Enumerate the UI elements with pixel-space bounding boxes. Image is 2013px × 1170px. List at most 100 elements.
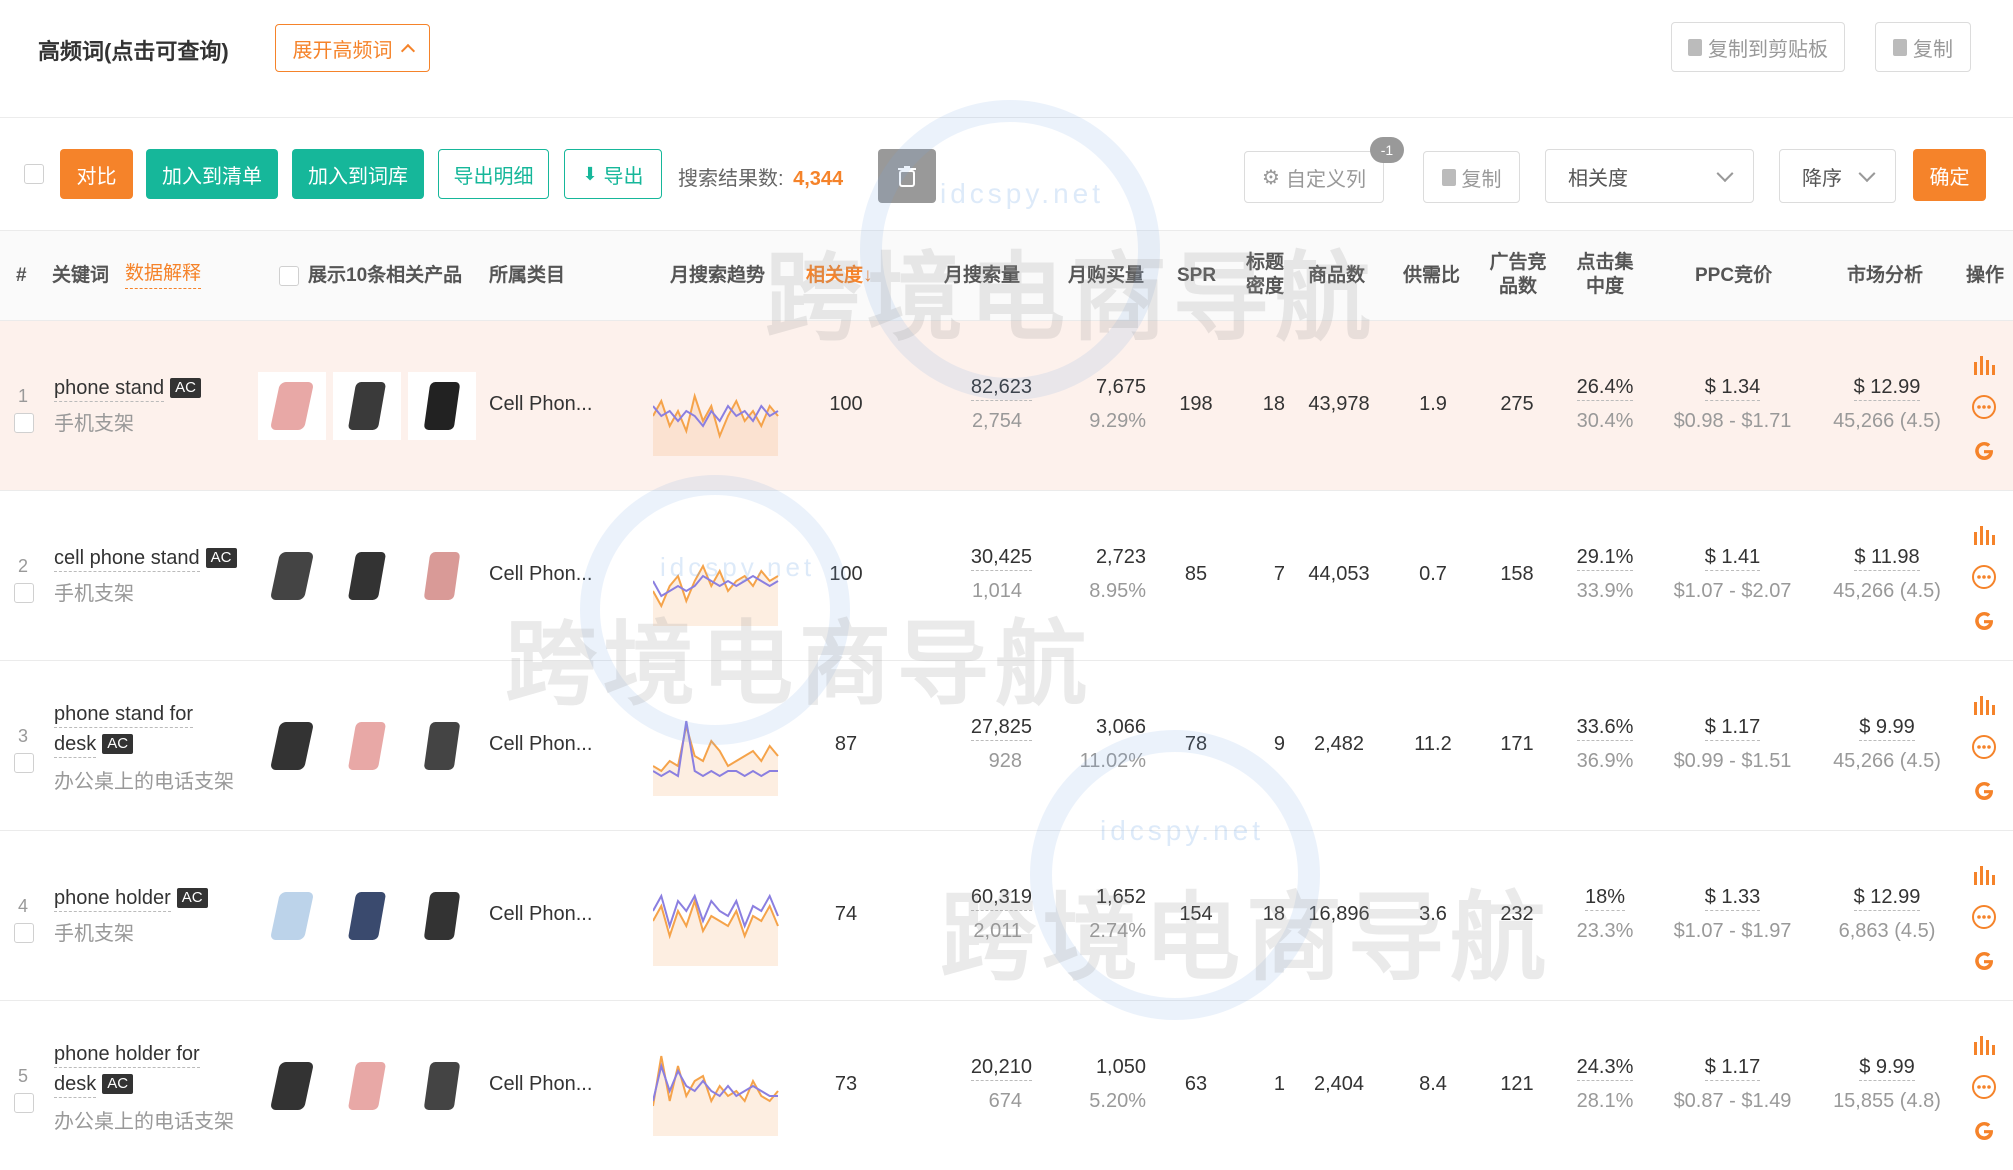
category[interactable]: Cell Phon... — [489, 903, 592, 926]
click-concentration[interactable]: 33.6% — [1565, 716, 1645, 741]
click-concentration[interactable]: 29.1% — [1565, 546, 1645, 571]
search-trend-sparkline[interactable] — [653, 866, 783, 966]
product-thumb[interactable] — [333, 372, 401, 440]
product-thumb[interactable] — [258, 372, 326, 440]
google-icon[interactable] — [1972, 609, 1996, 633]
row-checkbox[interactable] — [14, 413, 34, 433]
add-to-lexicon-button[interactable]: 加入到词库 — [292, 149, 424, 199]
sort-order-select[interactable]: 降序 — [1779, 149, 1896, 203]
ppc-bid[interactable]: $ 1.17 — [1650, 1056, 1815, 1081]
select-all-checkbox[interactable] — [24, 164, 44, 184]
compare-button[interactable]: 对比 — [60, 149, 133, 199]
add-to-list-button[interactable]: 加入到清单 — [146, 149, 278, 199]
keyword-link[interactable]: cell phone stand AC — [54, 543, 237, 573]
product-thumb[interactable] — [258, 712, 326, 780]
google-icon[interactable] — [1972, 949, 1996, 973]
more-icon[interactable] — [1971, 904, 1997, 930]
delete-button[interactable] — [878, 149, 936, 203]
product-thumb[interactable] — [408, 542, 476, 610]
category[interactable]: Cell Phon... — [489, 733, 592, 756]
product-thumb[interactable] — [333, 1052, 401, 1120]
market-price[interactable]: $ 11.98 — [1820, 546, 1954, 571]
col-product-count[interactable]: 商品数 — [1308, 264, 1365, 288]
category[interactable]: Cell Phon... — [489, 563, 592, 586]
keyword-link[interactable]: phone holder for desk AC — [54, 1039, 200, 1099]
row-checkbox[interactable] — [14, 753, 34, 773]
click-concentration[interactable]: 24.3% — [1565, 1056, 1645, 1081]
market-price[interactable]: $ 9.99 — [1820, 716, 1954, 741]
table-row[interactable]: 5 phone holder for desk AC 办公桌上的电话支架 Cell… — [0, 1000, 2013, 1170]
bar-chart-icon[interactable] — [1972, 694, 1996, 716]
col-monthly-search[interactable]: 月搜索量 — [944, 264, 1020, 288]
market-price[interactable]: $ 12.99 — [1820, 886, 1954, 911]
data-explain-link[interactable]: 数据解释 — [125, 262, 202, 289]
product-thumb[interactable] — [408, 882, 476, 950]
copy-button-top[interactable]: 复制 — [1875, 22, 1971, 72]
click-concentration[interactable]: 26.4% — [1565, 376, 1645, 401]
col-supply-demand[interactable]: 供需比 — [1403, 264, 1460, 288]
monthly-search[interactable]: 27,825 — [940, 716, 1032, 741]
market-price[interactable]: $ 12.99 — [1820, 376, 1954, 401]
ppc-bid[interactable]: $ 1.41 — [1650, 546, 1815, 571]
search-trend-sparkline[interactable] — [653, 356, 783, 456]
col-ad-competitors[interactable]: 广告竞品数 — [1486, 251, 1550, 299]
show10-checkbox[interactable] — [279, 266, 299, 286]
export-button[interactable]: ⬇ 导出 — [564, 149, 662, 199]
col-spr[interactable]: SPR — [1177, 264, 1216, 288]
category[interactable]: Cell Phon... — [489, 1073, 592, 1096]
table-row[interactable]: 2 cell phone stand AC 手机支架 Cell Phon... 1… — [0, 490, 2013, 660]
ppc-bid[interactable]: $ 1.17 — [1650, 716, 1815, 741]
monthly-search[interactable]: 60,319 — [940, 886, 1032, 911]
click-concentration[interactable]: 18% — [1565, 886, 1645, 911]
product-thumb[interactable] — [408, 372, 476, 440]
col-monthly-purchase[interactable]: 月购买量 — [1068, 264, 1144, 288]
row-checkbox[interactable] — [14, 583, 34, 603]
col-title-density[interactable]: 标题密度 — [1242, 251, 1288, 299]
more-icon[interactable] — [1971, 394, 1997, 420]
copy-button[interactable]: 复制 — [1423, 151, 1520, 203]
product-thumb[interactable] — [258, 882, 326, 950]
row-checkbox[interactable] — [14, 923, 34, 943]
table-row[interactable]: 4 phone holder AC 手机支架 Cell Phon... 74 60… — [0, 830, 2013, 1000]
bar-chart-icon[interactable] — [1972, 354, 1996, 376]
sort-field-select[interactable]: 相关度 — [1545, 149, 1754, 203]
market-price[interactable]: $ 9.99 — [1820, 1056, 1954, 1081]
confirm-button[interactable]: 确定 — [1913, 149, 1986, 201]
product-thumb[interactable] — [258, 542, 326, 610]
keyword-link[interactable]: phone stand AC — [54, 373, 201, 403]
keyword-link[interactable]: phone stand for desk AC — [54, 699, 193, 759]
table-row[interactable]: 3 phone stand for desk AC 办公桌上的电话支架 Cell … — [0, 660, 2013, 830]
product-thumb[interactable] — [408, 712, 476, 780]
product-thumb[interactable] — [333, 712, 401, 780]
product-thumb[interactable] — [333, 882, 401, 950]
search-trend-sparkline[interactable] — [653, 526, 783, 626]
bar-chart-icon[interactable] — [1972, 524, 1996, 546]
custom-columns-button[interactable]: ⚙ 自定义列 — [1244, 151, 1384, 203]
keyword-link[interactable]: phone holder AC — [54, 883, 208, 913]
row-checkbox[interactable] — [14, 1093, 34, 1113]
bar-chart-icon[interactable] — [1972, 864, 1996, 886]
product-thumb[interactable] — [408, 1052, 476, 1120]
col-click-concentration[interactable]: 点击集中度 — [1573, 251, 1637, 299]
col-ppc[interactable]: PPC竞价 — [1695, 264, 1772, 288]
col-relevance[interactable]: 相关度↓ — [806, 264, 873, 288]
google-icon[interactable] — [1972, 1119, 1996, 1143]
ppc-bid[interactable]: $ 1.34 — [1650, 376, 1815, 401]
table-row[interactable]: 1 phone stand AC 手机支架 Cell Phon... 100 82… — [0, 320, 2013, 490]
category[interactable]: Cell Phon... — [489, 393, 592, 416]
bar-chart-icon[interactable] — [1972, 1034, 1996, 1056]
google-icon[interactable] — [1972, 439, 1996, 463]
monthly-search[interactable]: 30,425 — [940, 546, 1032, 571]
search-trend-sparkline[interactable] — [653, 1036, 783, 1136]
expand-high-freq-button[interactable]: 展开高频词 — [275, 24, 430, 72]
search-trend-sparkline[interactable] — [653, 696, 783, 796]
product-thumb[interactable] — [258, 1052, 326, 1120]
more-icon[interactable] — [1971, 1074, 1997, 1100]
export-detail-button[interactable]: 导出明细 — [438, 149, 549, 199]
copy-to-clipboard-button[interactable]: 复制到剪贴板 — [1671, 22, 1845, 72]
product-thumb[interactable] — [333, 542, 401, 610]
monthly-search[interactable]: 20,210 — [940, 1056, 1032, 1081]
ppc-bid[interactable]: $ 1.33 — [1650, 886, 1815, 911]
monthly-search[interactable]: 82,623 — [940, 376, 1032, 401]
google-icon[interactable] — [1972, 779, 1996, 803]
